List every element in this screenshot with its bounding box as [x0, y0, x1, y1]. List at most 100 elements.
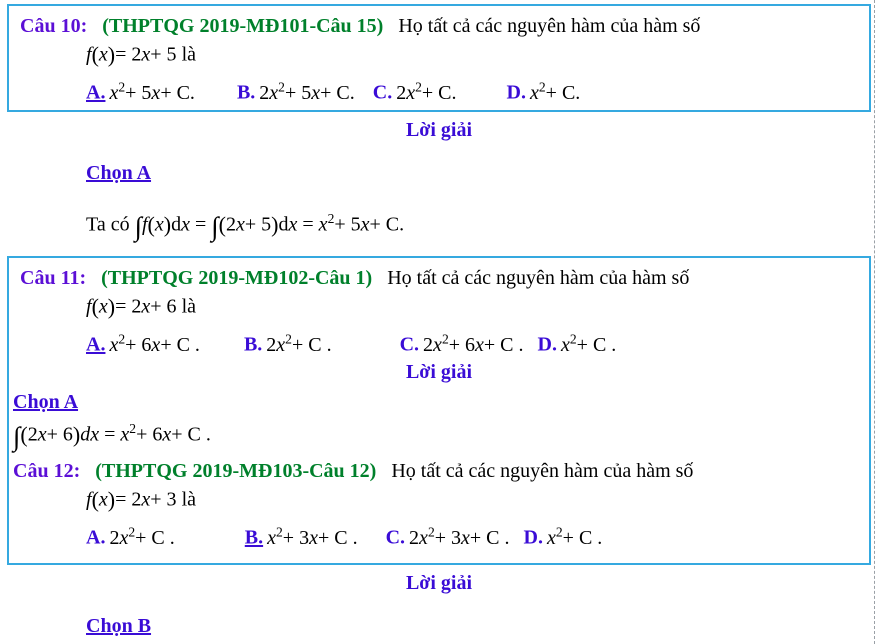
work-paren-close: ): [163, 211, 172, 237]
option-a-cau-11[interactable]: A. x2+ 6x+ C .: [86, 332, 200, 355]
solution-heading-cau-11: Lời giải: [0, 362, 878, 382]
optC-lead: 2: [396, 81, 407, 104]
option-letter-a: A.: [86, 81, 106, 104]
work-x-11: x: [37, 423, 47, 446]
optA-tail-11: + C .: [160, 333, 200, 356]
fn-const-12: + 3: [150, 488, 177, 511]
fn-x-term: x: [141, 43, 151, 66]
optA-lead-12: 2: [109, 526, 120, 549]
optB-exp-12: 2: [276, 524, 283, 539]
paren-close-11: ): [107, 294, 116, 319]
optA-x-11: x: [109, 333, 119, 356]
chon-text-10: Chọn A: [86, 162, 152, 184]
option-letter-c: C.: [372, 81, 393, 104]
optC-lead-11: 2: [423, 333, 434, 356]
option-a-cau-12[interactable]: A. 2x2+ C .: [86, 525, 175, 548]
work-res-tail-11: + C .: [171, 423, 211, 446]
option-b-cau-10[interactable]: B. 2x2+ 5x+ C.: [237, 80, 355, 103]
option-d-cau-12[interactable]: D. x2+ C .: [524, 525, 603, 548]
optC-tail: + C.: [421, 81, 457, 104]
work-eq-1: =: [194, 213, 207, 236]
question-label-cau-11: Câu 11:: [20, 267, 87, 289]
work-res-x-11: x: [120, 423, 130, 446]
option-letter-b-12: B.: [244, 526, 264, 549]
optC-exp: 2: [415, 79, 422, 94]
optB-exp-11: 2: [285, 331, 292, 346]
fn-var-x-12: x: [98, 488, 108, 511]
fn-const: + 5: [150, 43, 177, 66]
work-x-2: x: [236, 213, 245, 236]
option-letter-b: B.: [236, 81, 256, 104]
fn-la-11: là: [181, 295, 196, 318]
work-d-11: d: [80, 423, 91, 446]
question-header-cau-12: Câu 12: (THPTQG 2019-MĐ103-Câu 12) Họ tấ…: [13, 461, 693, 481]
integral-sign-1: ∫: [134, 211, 142, 242]
work-res-plus-11: + 6: [136, 423, 163, 446]
optC-tail-12: + C .: [469, 526, 510, 549]
work-dx: x: [181, 213, 190, 236]
work-paren-open-11: (: [20, 421, 28, 447]
option-b-cau-12[interactable]: B. x2+ 3x+ C .: [245, 525, 358, 548]
optB-x-11: x: [276, 333, 286, 356]
work-paren-open: (: [147, 211, 155, 237]
work-res-x: x: [318, 213, 328, 236]
optC-exp-12: 2: [427, 524, 435, 539]
optB-tail-11: + C .: [291, 333, 332, 356]
option-a-cau-10[interactable]: A. x2+ 5x+ C.: [86, 80, 195, 103]
optA-x: x: [109, 81, 119, 104]
loi-giai-text-12: Lời giải: [405, 572, 473, 594]
question-label-cau-12: Câu 12:: [13, 460, 81, 482]
chosen-answer-cau-12: Chọn B: [86, 616, 151, 636]
optA-x2: x: [151, 81, 161, 104]
optD-x: x: [529, 81, 539, 104]
option-letter-a-12: A.: [86, 526, 106, 549]
loi-giai-text-10: Lời giải: [405, 119, 473, 141]
optA-tail: + C.: [160, 81, 195, 104]
question-function-cau-12: f(x)= 2x+ 3 là: [86, 489, 196, 511]
option-c-cau-10[interactable]: C. 2x2+ C.: [373, 80, 457, 103]
paren-close-12: ): [107, 487, 116, 512]
optC-x-12: x: [419, 526, 428, 549]
optC-exp-11: 2: [441, 331, 449, 346]
fn-eq-12: = 2: [115, 488, 142, 511]
question-source-cau-11: (THPTQG 2019-MĐ102-Câu 1): [101, 267, 373, 289]
work-plus-6: + 6: [46, 423, 73, 446]
question-header-cau-11: Câu 11: (THPTQG 2019-MĐ102-Câu 1) Họ tất…: [20, 268, 689, 288]
optA-tail-12: + C .: [135, 526, 175, 549]
optB-tail: + C.: [320, 81, 355, 104]
chosen-answer-cau-10: Chọn A: [86, 163, 151, 183]
question-prompt-cau-10: Họ tất cả các nguyên hàm của hàm số: [398, 15, 701, 37]
fn-la-12: là: [181, 488, 196, 511]
work-d: d: [171, 213, 182, 236]
optD-exp: 2: [538, 79, 546, 94]
options-row-cau-10: A. x2+ 5x+ C. B. 2x2+ 5x+ C. C. 2x2+ C. …: [86, 80, 580, 103]
optB-x: x: [269, 81, 279, 104]
option-d-cau-11[interactable]: D. x2+ C .: [538, 332, 617, 355]
question-prompt-cau-11: Họ tất cả các nguyên hàm của hàm số: [387, 267, 690, 289]
optD-tail: + C.: [545, 81, 581, 104]
fn-eq: = 2: [115, 43, 142, 66]
optC-tail-11: + C .: [483, 333, 524, 356]
work-prefix-taco: Ta có: [86, 213, 130, 236]
option-d-cau-10[interactable]: D. x2+ C.: [507, 80, 581, 103]
optB-lead-11: 2: [266, 333, 277, 356]
option-c-cau-11[interactable]: C. 2x2+ 6x+ C .: [400, 332, 524, 355]
work-x: x: [154, 213, 164, 236]
optB-rest-12: + 3: [282, 526, 310, 549]
solution-work-cau-10: Ta có ∫f(x)dx = ∫(2x+ 5)dx = x2+ 5x+ C.: [86, 212, 404, 241]
work-coef-2: 2: [226, 213, 236, 236]
question-label-cau-10: Câu 10:: [20, 15, 88, 37]
chon-text-12: Chọn B: [86, 615, 152, 637]
option-b-cau-11[interactable]: B. 2x2+ C .: [244, 332, 332, 355]
optD-x-12: x: [546, 526, 556, 549]
optA-rest-11: + 6: [125, 333, 152, 356]
solution-work-cau-11: ∫(2x+ 6)dx = x2+ 6x+ C .: [13, 422, 211, 451]
option-c-cau-12[interactable]: C. 2x2+ 3x+ C .: [386, 525, 510, 548]
paren-close: ): [107, 42, 116, 67]
page-margin-guide: [874, 0, 875, 644]
options-row-cau-12: A. 2x2+ C . B. x2+ 3x+ C . C. 2x2+ 3x+ C…: [86, 525, 602, 548]
optB-rest: + 5: [284, 81, 312, 104]
optC-x: x: [406, 81, 416, 104]
option-letter-d: D.: [506, 81, 526, 104]
optC-lead-12: 2: [409, 526, 420, 549]
